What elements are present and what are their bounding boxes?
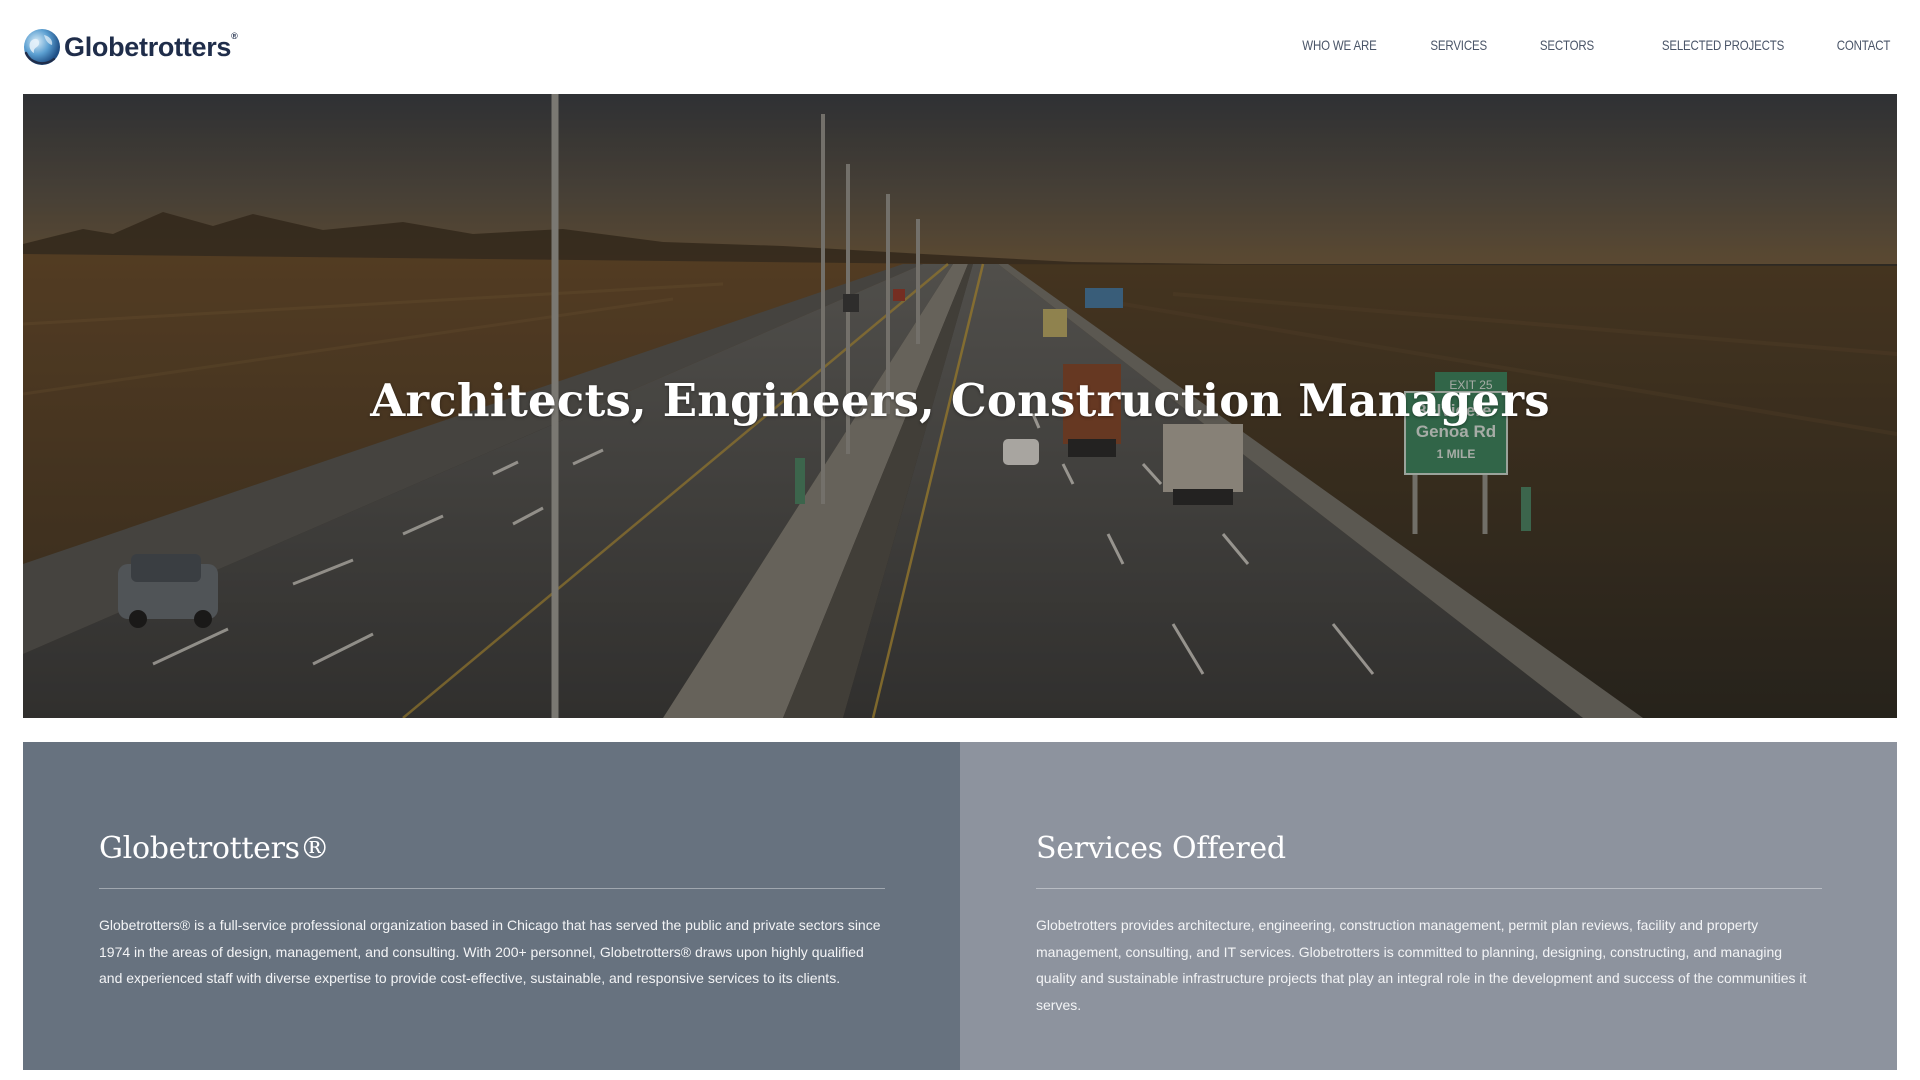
nav-who-we-are[interactable]: WHO WE ARE: [1302, 37, 1376, 53]
info-panels: Globetrotters® Globetrotters® is a full-…: [23, 742, 1897, 1070]
nav-sectors[interactable]: SECTORS: [1540, 37, 1594, 53]
services-panel: Services Offered Globetrotters provides …: [960, 742, 1897, 1070]
about-panel: Globetrotters® Globetrotters® is a full-…: [23, 742, 960, 1070]
nav-contact[interactable]: CONTACT: [1837, 37, 1891, 53]
about-text: Globetrotters® is a full-service profess…: [99, 917, 881, 986]
nav-selected-projects[interactable]: SELECTED PROJECTS: [1662, 37, 1784, 53]
globe-icon: [24, 29, 60, 65]
nav-services[interactable]: SERVICES: [1430, 37, 1487, 53]
hero-title: Architects, Engineers, Construction Mana…: [370, 374, 1550, 427]
hero-banner: EXIT 25 Belvidere- Genoa Rd 1 MILE Archi…: [23, 94, 1897, 718]
logo-wordmark: Globetrotters®: [64, 30, 238, 62]
services-text: Globetrotters provides architecture, eng…: [1036, 917, 1807, 1013]
logo-link[interactable]: Globetrotters®: [22, 25, 238, 69]
services-divider: [1036, 888, 1822, 889]
about-title: Globetrotters®: [99, 831, 330, 866]
site-header: Globetrotters® WHO WE ARE SERVICES SECTO…: [0, 0, 1920, 94]
main-nav: WHO WE ARE SERVICES SECTORS SELECTED PRO…: [1245, 37, 1890, 53]
about-divider: [99, 888, 885, 889]
services-title: Services Offered: [1036, 831, 1286, 866]
